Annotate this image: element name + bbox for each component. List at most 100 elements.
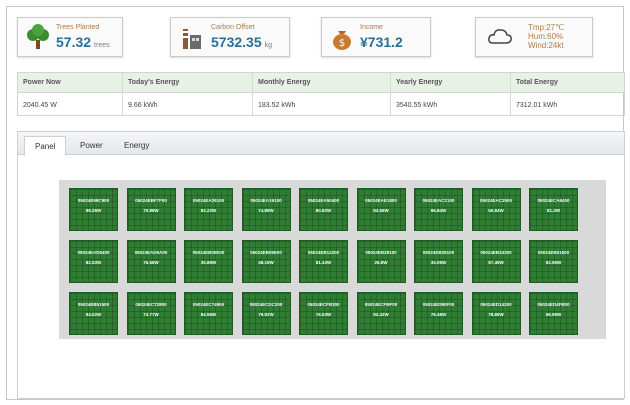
- income-value: ¥731.2: [360, 34, 403, 50]
- panel-id: 05024ED14200: [480, 302, 512, 307]
- energy-summary-table: Power Now Today's Energy Monthly Energy …: [17, 72, 625, 116]
- solar-panel-tile[interactable]: 05024EAC2500 55.84W: [471, 188, 521, 231]
- income-card: $ Income ¥731.2: [321, 17, 431, 57]
- panel-id: 05024ECFB300: [307, 302, 340, 307]
- solar-panel-tile[interactable]: 05024EA16100 74.89W: [241, 188, 291, 231]
- panel-power: 76.48W: [430, 312, 447, 317]
- panel-power: 55.84W: [488, 208, 504, 213]
- panel-id: 05024EB00E00: [192, 250, 225, 255]
- panel-id: 05024EB51500: [77, 302, 110, 307]
- panel-power: 92.55W: [545, 260, 562, 265]
- solar-panel-tile[interactable]: 05024ECFB300 76.53W: [299, 292, 348, 335]
- panel-power: 82.53W: [85, 260, 102, 265]
- solar-panel-tile[interactable]: 05024ED80F00 76.48W: [414, 292, 463, 335]
- yearly-energy-value: 3540.55 kWh: [396, 102, 438, 109]
- panel-power: 35.89W: [200, 260, 217, 265]
- panel-power: 78.86W: [488, 312, 504, 317]
- solar-panel-tile[interactable]: 05024EB51500 92.55W: [529, 240, 578, 283]
- panel-power: 92.22W: [200, 208, 217, 213]
- solar-panel-tile[interactable]: 05024EAC2100 96.84W: [414, 188, 463, 231]
- panel-power: 99.25W: [85, 208, 102, 213]
- panel-power: 26.8W: [374, 260, 388, 265]
- panel-power: 84.55W: [200, 312, 217, 317]
- panel-power: 76.53W: [315, 312, 332, 317]
- trees-label: Trees Planted: [56, 24, 100, 31]
- panel-id: 05024ECDC200: [249, 302, 283, 307]
- panel-id: 05024EAC2500: [479, 198, 513, 203]
- panel-id: 05024EB09E00: [250, 250, 282, 255]
- carbon-offset-card: Carbon Offset 5732.35 kg: [170, 17, 290, 57]
- panel-power: 81.3W: [546, 208, 560, 213]
- yearly-energy-header: Yearly Energy: [396, 79, 443, 86]
- solar-panel-tile[interactable]: 05024EC72800 73.77W: [126, 292, 176, 335]
- tab-power[interactable]: Power: [70, 136, 113, 155]
- panel-power: 96.84W: [430, 208, 447, 213]
- panel-id: 05024EB28100: [422, 250, 455, 255]
- tab-panel-view[interactable]: Panel: [24, 136, 67, 156]
- carbon-value: 5732.35 kg: [211, 34, 273, 50]
- solar-panel-tile[interactable]: 05024EB12200 81.43W: [299, 240, 348, 283]
- panel-id: 05024EAC2100: [422, 198, 455, 203]
- panel-id: 05024EB28100: [365, 250, 397, 255]
- panel-id: 05024EC74900: [192, 302, 225, 307]
- panel-id: 05024EC72800: [135, 302, 167, 307]
- panel-power: 73.77W: [143, 312, 159, 317]
- panel-id: 05024EBF7F00: [135, 198, 167, 203]
- solar-panel-tile[interactable]: 05024EB28100 26.8W: [356, 240, 406, 283]
- solar-panel-tile[interactable]: 05024ECFBF00 92.42W: [356, 292, 406, 335]
- solar-panel-tile[interactable]: 05024EC74900 84.55W: [184, 292, 233, 335]
- panel-id: 05024E99C900: [77, 198, 110, 203]
- income-label: Income: [360, 24, 383, 31]
- temperature-text: Tmp:27℃: [528, 23, 565, 32]
- panel-power: 79.92W: [258, 312, 274, 317]
- panel-id: 05024EB34300: [480, 250, 512, 255]
- solar-panel-tile[interactable]: 05024ED14200 78.86W: [471, 292, 521, 335]
- svg-text:$: $: [339, 38, 345, 49]
- panel-power: 80.82W: [315, 208, 332, 213]
- solar-panel-tile[interactable]: 05024EA26100 92.22W: [184, 188, 233, 231]
- tab-bar: Panel Power Energy: [18, 132, 624, 156]
- monthly-energy-header: Monthly Energy: [258, 79, 311, 86]
- solar-panel-tile[interactable]: 05024EAD6A00 76.58W: [126, 240, 176, 283]
- solar-panel-tile[interactable]: 05024EB28100 35.06W: [414, 240, 463, 283]
- panel-id: 05024ED80F00: [422, 302, 455, 307]
- panel-id: 05024EB12200: [307, 250, 340, 255]
- power-now-value: 2040.45 W: [23, 102, 57, 109]
- panel-power: 59.69W: [545, 312, 562, 317]
- panel-id: 05024EA26100: [192, 198, 225, 203]
- weather-card: Tmp:27℃ Hum:60% Wind:24kt: [475, 17, 593, 57]
- panel-power: 92.42W: [373, 312, 389, 317]
- solar-panel-tile[interactable]: 05024EAD6400 82.53W: [69, 240, 118, 283]
- panel-power: 81.43W: [315, 260, 332, 265]
- today-energy-header: Today's Energy: [128, 79, 180, 86]
- panel-power: 93.56W: [373, 208, 389, 213]
- factory-icon: [183, 29, 201, 49]
- solar-panel-tile[interactable]: 05024EBF7F00 70.98W: [126, 188, 176, 231]
- solar-panel-tile[interactable]: 05024EB34300 87.45W: [471, 240, 521, 283]
- solar-panel-tile[interactable]: 05024EB00E00 35.89W: [184, 240, 233, 283]
- panel-id: 05024EB51500: [537, 250, 570, 255]
- solar-panel-tile[interactable]: 05024EB09E00 48.16W: [241, 240, 291, 283]
- panel-id: 05024ECFBF00: [364, 302, 398, 307]
- panel-id: 05024EA16100: [250, 198, 282, 203]
- tab-energy[interactable]: Energy: [114, 136, 159, 155]
- solar-panel-tile[interactable]: 05024EA50400 80.82W: [299, 188, 348, 231]
- total-energy-value: 7312.01 kWh: [516, 102, 558, 109]
- solar-panel-tile[interactable]: 05024ECDC200 79.92W: [241, 292, 291, 335]
- solar-panel-tile[interactable]: 05024EAE1800 93.56W: [356, 188, 406, 231]
- solar-panel-tile[interactable]: 05024EB51500 94.02W: [69, 292, 118, 335]
- app-window: Trees Planted 57.32 trees Carbon Offset 5…: [6, 6, 625, 400]
- panel-power: 94.02W: [85, 312, 102, 317]
- solar-panel-grid: 05024E99C900 99.25W 05024EBF7F00 70.98W 0502…: [59, 180, 606, 339]
- panel-id: 05024EAD6400: [77, 250, 110, 255]
- trees-value: 57.32 trees: [56, 34, 110, 50]
- panel-power: 70.98W: [143, 208, 159, 213]
- tree-icon: [27, 24, 49, 49]
- panel-power: 74.89W: [258, 208, 274, 213]
- monthly-energy-value: 183.52 kWh: [258, 102, 296, 109]
- solar-panel-tile[interactable]: 05024ED4FB00 59.69W: [529, 292, 578, 335]
- solar-panel-tile[interactable]: 05024ECA6400 81.3W: [529, 188, 578, 231]
- money-bag-icon: $: [333, 31, 351, 50]
- solar-panel-tile[interactable]: 05024E99C900 99.25W: [69, 188, 118, 231]
- humidity-text: Hum:60%: [528, 32, 564, 41]
